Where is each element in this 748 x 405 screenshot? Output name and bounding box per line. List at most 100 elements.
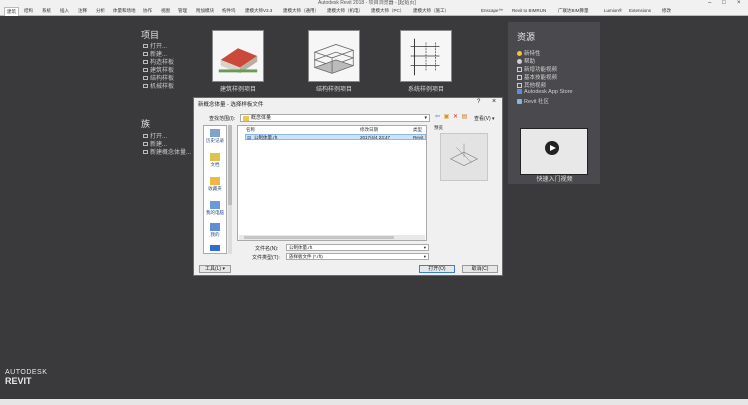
systems-sample-thumbnail[interactable]	[400, 30, 452, 82]
family-new-link[interactable]: 新建...	[143, 142, 167, 149]
structural-sample-thumbnail[interactable]	[308, 30, 360, 82]
help-button[interactable]: ?	[477, 99, 480, 105]
project-open-link[interactable]: 打开...	[143, 44, 167, 51]
tab-modeling-general[interactable]: 建模大师（通用）	[283, 8, 319, 14]
new-features-video-link[interactable]: 新增功能视频	[517, 65, 557, 73]
dialog-title: 新概念体量 - 选择样板文件	[198, 102, 264, 108]
family-open-link[interactable]: 打开...	[143, 134, 167, 141]
tab-revit-to-bimrun[interactable]: Revit to BIMRUN	[512, 8, 546, 13]
tab-annotate[interactable]: 注释	[78, 8, 87, 14]
places-scrollbar[interactable]	[228, 125, 232, 254]
places-scroll-thumb[interactable]	[228, 125, 232, 205]
dialog-close-button[interactable]: ×	[492, 98, 496, 105]
preview-label: 预览	[434, 125, 443, 130]
tab-analyze[interactable]: 分析	[96, 8, 105, 14]
structural-sample-label[interactable]: 结构样例项目	[294, 84, 374, 93]
tab-structure[interactable]: 结构	[24, 8, 33, 14]
tab-manage[interactable]: 管理	[178, 8, 187, 14]
architectural-template-link[interactable]: 建筑样板	[143, 68, 174, 75]
filename-label: 文件名(N):	[255, 246, 279, 252]
new-conceptual-mass-link[interactable]: 新建概念体量...	[143, 150, 191, 157]
tab-collaborate[interactable]: 协作	[143, 8, 152, 14]
place-network[interactable]: 我的	[204, 223, 226, 238]
new-icon	[143, 142, 148, 147]
mass-icon	[143, 150, 148, 155]
column-type[interactable]: 类型	[413, 127, 422, 133]
place-history[interactable]: 历史记录	[204, 129, 226, 144]
whats-new-link[interactable]: 新特性	[517, 49, 541, 57]
community-link[interactable]: Revit 社区	[517, 97, 549, 105]
mass-preview-icon	[449, 143, 479, 166]
place-documents[interactable]: 文档	[204, 153, 226, 168]
file-list[interactable]: 名称 修改日期 类型 ▤ 公制体量.rft 2017/4/4 23:47 Rev…	[237, 125, 427, 241]
quickstart-video[interactable]: 快速入门视频	[517, 126, 592, 184]
tab-architecture[interactable]: 建筑	[4, 7, 19, 16]
families-title: 族	[141, 119, 151, 129]
community-icon	[517, 99, 522, 105]
project-new-link[interactable]: 新建...	[143, 52, 167, 59]
place-favorites[interactable]: 收藏夹	[204, 177, 226, 192]
systems-sample-label[interactable]: 系统样例项目	[386, 84, 466, 93]
close-icon[interactable]: ×	[737, 0, 741, 7]
tab-extensions[interactable]: Extensions	[629, 8, 651, 13]
construction-template-link[interactable]: 构造样板	[143, 60, 174, 67]
tab-enscape[interactable]: Enscape™	[481, 8, 503, 13]
chevron-down-icon: ▾	[423, 245, 426, 250]
column-date[interactable]: 修改日期	[360, 127, 378, 133]
tab-component-dock[interactable]: 构件坞	[222, 8, 236, 14]
app-store-link[interactable]: Autodesk App Store	[517, 89, 573, 95]
help-icon	[517, 59, 522, 65]
tab-modeling-construction[interactable]: 建模大师（施工）	[413, 8, 449, 14]
tab-modeling-pc[interactable]: 建模大师（PC）	[371, 8, 404, 14]
window-title: Autodesk Revit 2018 - 项目浏览器 - [起始页]	[318, 0, 416, 6]
tab-addins[interactable]: 附加模块	[196, 8, 214, 14]
file-list-scrollbar[interactable]	[239, 235, 425, 240]
favorites-icon	[210, 177, 220, 185]
tab-lumion[interactable]: Lumion®	[604, 8, 622, 13]
help-link[interactable]: 帮助	[517, 57, 535, 65]
place-desktop[interactable]	[204, 245, 226, 252]
architectural-sample-label[interactable]: 建筑样例项目	[198, 84, 278, 93]
file-row[interactable]: ▤ 公制体量.rft 2017/4/4 23:47 Revit	[245, 134, 426, 140]
file-name: 公制体量.rft	[254, 135, 278, 140]
architectural-sample-thumbnail[interactable]	[212, 30, 264, 82]
delete-icon[interactable]: ✕	[452, 114, 459, 121]
up-folder-icon[interactable]: ▣	[443, 114, 450, 121]
tab-modify[interactable]: 修改	[662, 8, 671, 14]
desktop-icon	[210, 245, 220, 251]
building-icon	[213, 31, 263, 81]
tab-modeling-mep[interactable]: 建模大师（机电）	[327, 8, 363, 14]
structural-template-link[interactable]: 结构样板	[143, 76, 174, 83]
file-list-scroll-thumb[interactable]	[244, 236, 394, 239]
maximize-icon[interactable]: □	[722, 0, 726, 7]
open-icon	[143, 134, 148, 139]
place-my-computer[interactable]: 我的电脑	[204, 201, 226, 216]
tab-insert[interactable]: 插入	[60, 8, 69, 14]
video-caption: 快速入门视频	[536, 177, 573, 183]
tab-modeling-master[interactable]: 建模大师V3.3	[245, 8, 272, 14]
file-date: 2017/4/4 23:47	[360, 135, 391, 140]
views-button[interactable]: 查看(V) ▾	[474, 115, 495, 122]
tab-massing-site[interactable]: 体量和场地	[113, 8, 136, 14]
documents-icon	[210, 153, 220, 161]
play-icon[interactable]	[545, 141, 559, 155]
mechanical-template-link[interactable]: 机械样板	[143, 84, 174, 91]
filetype-select[interactable]: 族样板文件 (*.rft) ▾	[286, 253, 429, 260]
column-name[interactable]: 名称	[246, 127, 255, 133]
filename-input[interactable]: 公制体量.rft ▾	[286, 244, 429, 251]
template-icon	[143, 84, 148, 89]
back-icon[interactable]: ⇦	[434, 114, 441, 121]
tab-glodon-bim[interactable]: 广联达BIM算量	[558, 8, 589, 14]
chevron-down-icon: ▾	[423, 254, 426, 259]
template-icon	[143, 76, 148, 81]
minimize-icon[interactable]: –	[708, 0, 711, 7]
new-folder-icon[interactable]: ▤	[461, 114, 468, 121]
tools-button[interactable]: 工具(L) ▾	[199, 265, 231, 273]
cancel-button[interactable]: 取消(C)	[462, 265, 498, 273]
tab-view[interactable]: 视图	[161, 8, 170, 14]
lookin-combo[interactable]: 概念体量 ▾	[240, 114, 430, 122]
essential-skills-video-link[interactable]: 基本技能视频	[517, 73, 557, 81]
open-button[interactable]: 打开(O)	[419, 265, 455, 273]
tab-systems[interactable]: 系统	[42, 8, 51, 14]
other-videos-link[interactable]: 其他视频	[517, 81, 546, 89]
